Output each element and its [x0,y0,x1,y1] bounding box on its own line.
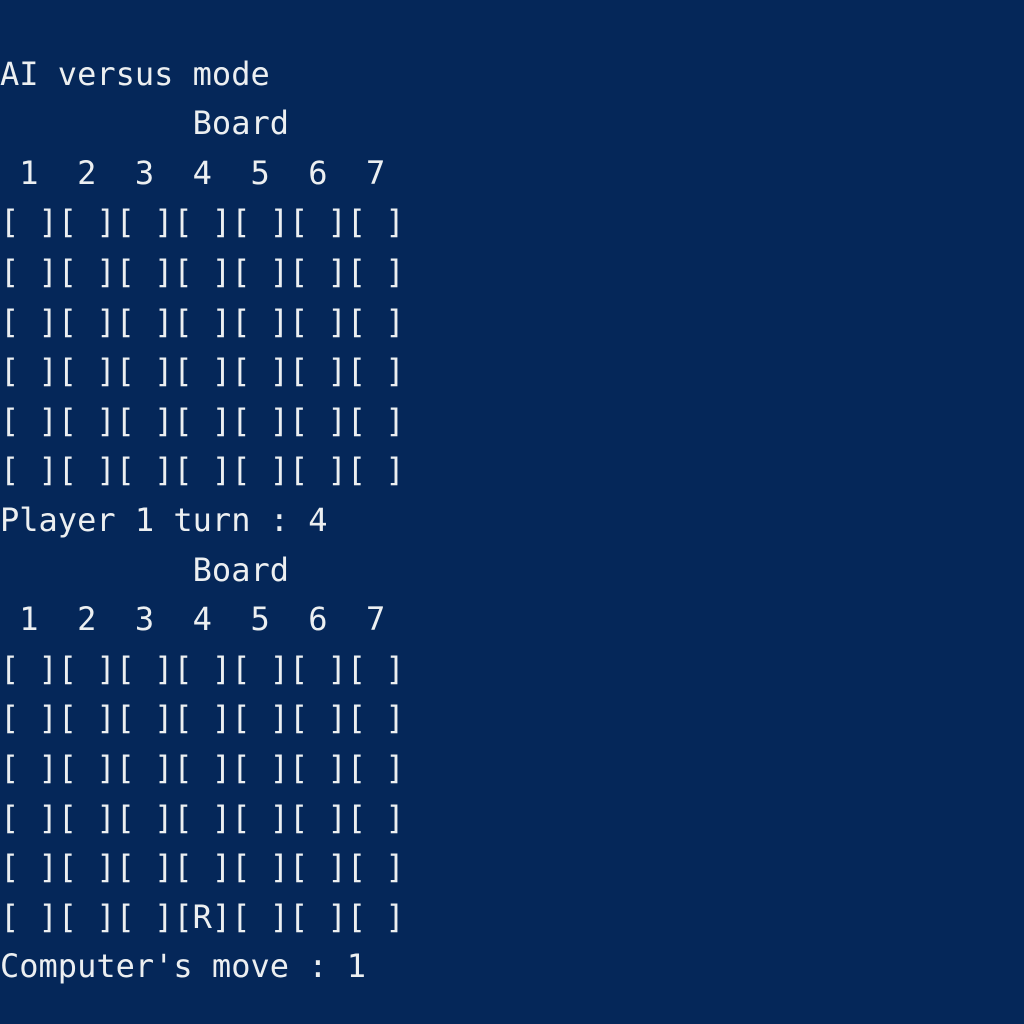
board1-row-4: [ ][ ][ ][ ][ ][ ][ ] [0,402,405,440]
computer-move-value: 1 [347,947,366,985]
column-header-1: 1 2 3 4 5 6 7 [0,154,385,192]
board2-row-2: [ ][ ][ ][ ][ ][ ][ ] [0,749,405,787]
board2-row-4: [ ][ ][ ][ ][ ][ ][ ] [0,848,405,886]
board1-row-3: [ ][ ][ ][ ][ ][ ][ ] [0,352,405,390]
mode-line: AI versus mode [0,55,270,93]
board-label-1: Board [0,104,289,142]
player-turn-line: Player 1 turn : 4 [0,501,328,539]
board2-row-1: [ ][ ][ ][ ][ ][ ][ ] [0,699,405,737]
computer-move-label: Computer's move : [0,947,347,985]
board1-row-0: [ ][ ][ ][ ][ ][ ][ ] [0,203,405,241]
terminal-output: AI versus mode Board 1 2 3 4 5 6 7 [ ][ … [0,0,1024,992]
column-header-2: 1 2 3 4 5 6 7 [0,600,385,638]
player-turn-value: 4 [308,501,327,539]
board1-row-1: [ ][ ][ ][ ][ ][ ][ ] [0,253,405,291]
board2-row-5: [ ][ ][ ][R][ ][ ][ ] [0,898,405,936]
board2-row-0: [ ][ ][ ][ ][ ][ ][ ] [0,650,405,688]
player-turn-label: Player 1 turn : [0,501,308,539]
board2-row-3: [ ][ ][ ][ ][ ][ ][ ] [0,799,405,837]
computer-move-line: Computer's move : 1 [0,947,366,985]
board1-row-2: [ ][ ][ ][ ][ ][ ][ ] [0,303,405,341]
board-label-2: Board [0,551,289,589]
board1-row-5: [ ][ ][ ][ ][ ][ ][ ] [0,451,405,489]
